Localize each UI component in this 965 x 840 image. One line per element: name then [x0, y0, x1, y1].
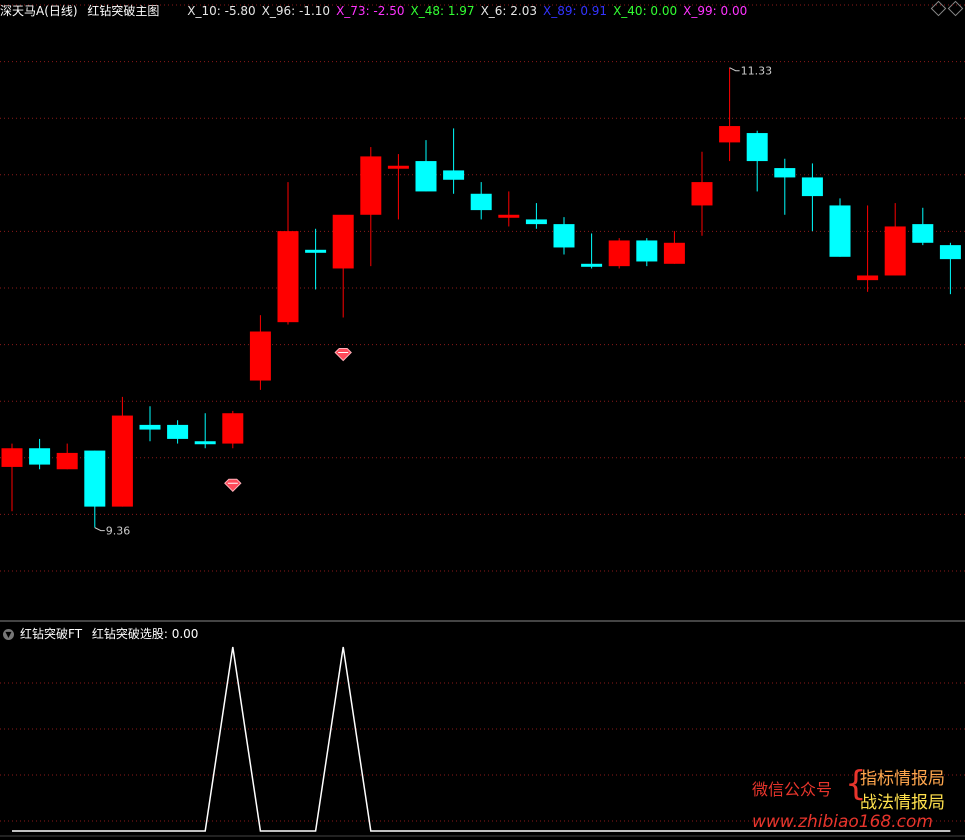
candle-body — [636, 240, 658, 262]
candle — [111, 396, 133, 507]
candle-body — [663, 242, 685, 264]
candle — [857, 205, 879, 292]
candle — [663, 231, 685, 264]
sub-indicator-title[interactable]: 红钻突破FT — [20, 627, 82, 641]
price-annotation: 9.36 — [106, 525, 131, 538]
candle-body — [884, 226, 906, 276]
diamond-shape — [334, 348, 352, 362]
candle-body — [56, 452, 78, 470]
candle — [305, 228, 327, 290]
candle — [415, 140, 437, 192]
signal-value-label: 红钻突破选股: 0.00 — [91, 627, 199, 641]
candle-body — [84, 450, 106, 507]
watermark-name-2: 战法情报局 — [860, 793, 945, 813]
candle — [167, 420, 189, 444]
candle — [525, 203, 547, 229]
candle-body — [581, 263, 603, 267]
candle — [1, 443, 23, 512]
candle-body — [912, 224, 934, 243]
candle-body — [222, 413, 244, 444]
candle — [360, 147, 382, 267]
watermark-url: www.zhibiao168.com — [752, 812, 933, 832]
candle-body — [746, 133, 768, 162]
candle — [912, 207, 934, 246]
candle — [746, 130, 768, 192]
chevron-down-icon[interactable]: ▼ — [3, 629, 14, 640]
candle-body — [249, 331, 271, 381]
candle-body — [691, 182, 713, 206]
candle-body — [387, 165, 409, 169]
candle-body — [332, 214, 354, 269]
candle-body — [857, 275, 879, 281]
candle-body — [111, 415, 133, 507]
candle-body — [139, 424, 161, 430]
stock-chart-window: 深天马A(日线) 红钻突破主图 X_10: -5.80 X_96: -1.10 X_… — [0, 0, 965, 840]
price-annotation: 11.33 — [741, 65, 773, 78]
candle — [56, 443, 78, 470]
candle — [222, 410, 244, 449]
candle — [332, 214, 354, 318]
candle-body — [194, 441, 216, 445]
candle — [498, 191, 520, 227]
candle-body — [719, 126, 741, 143]
candle-body — [553, 224, 575, 248]
candle — [84, 450, 106, 528]
candle — [691, 151, 713, 236]
candle — [249, 315, 271, 390]
candle — [581, 233, 603, 269]
candle — [801, 163, 823, 232]
annotation-leader — [729, 67, 740, 72]
diamond-shape — [224, 478, 242, 492]
candle — [884, 203, 906, 276]
red-diamond-icon — [334, 348, 352, 362]
candle — [939, 242, 961, 295]
candle — [277, 182, 299, 325]
candle-body — [1, 448, 23, 467]
annotation-leader — [94, 527, 105, 532]
sub-chart-header: ▼ 红钻突破FT 红钻突破选股: 0.00 — [0, 624, 204, 644]
candle-body — [608, 240, 630, 267]
candle — [470, 182, 492, 220]
watermark-account: 微信公众号 — [752, 780, 833, 799]
candle-body — [443, 170, 465, 180]
candle — [829, 198, 851, 257]
candle-body — [774, 168, 796, 178]
candle — [608, 238, 630, 269]
candle-body — [305, 249, 327, 253]
candle — [29, 438, 51, 470]
candle-body — [29, 448, 51, 465]
candle-body — [939, 245, 961, 260]
watermark: 微信公众号 { 指标情报局 战法情报局 www.zhibiao168.com — [752, 764, 962, 840]
candle-body — [167, 424, 189, 439]
candle-body — [525, 219, 547, 225]
candle-body — [360, 156, 382, 215]
candle — [194, 413, 216, 449]
candle — [443, 128, 465, 194]
red-diamond-icon — [224, 478, 242, 492]
candlestick-chart[interactable]: 11.33 9.36 — [0, 0, 965, 622]
candle-body — [470, 193, 492, 211]
candle — [553, 217, 575, 255]
candle — [139, 406, 161, 442]
candle — [774, 158, 796, 215]
candle-body — [415, 161, 437, 192]
candle — [636, 238, 658, 267]
candle-body — [498, 214, 520, 218]
candle-body — [801, 177, 823, 197]
candle-body — [277, 231, 299, 323]
candle-body — [829, 205, 851, 257]
candle — [719, 67, 741, 162]
candle — [387, 154, 409, 220]
watermark-name-1: 指标情报局 — [860, 769, 945, 789]
